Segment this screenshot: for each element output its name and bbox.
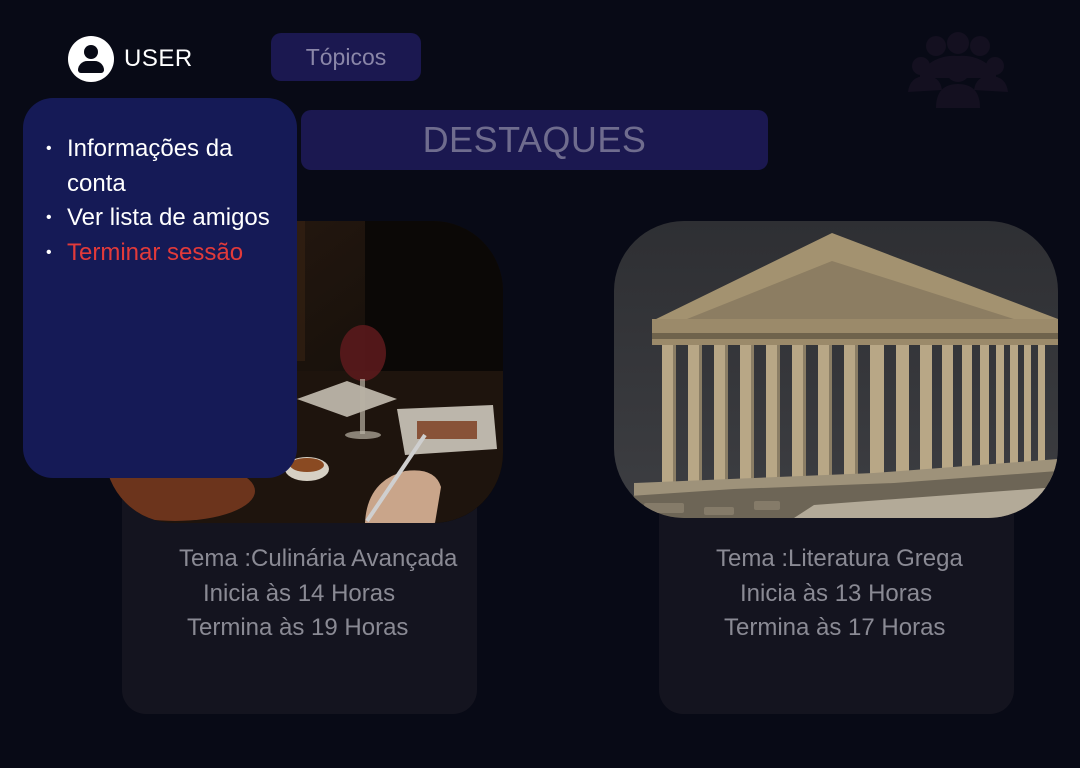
event-card-details: Tema :Culinária Avançada Inicia às 14 Ho… [122,542,477,646]
user-menu-toggle[interactable]: USER [68,36,193,82]
event-start-time: Inicia às 14 Horas [203,579,396,607]
event-start-time: Inicia às 13 Horas [740,579,933,607]
group-icon[interactable] [906,32,1010,108]
event-topic: Tema :Literatura Grega [716,545,963,572]
user-label: USER [124,45,193,72]
event-topic: Tema :Culinária Avançada [179,545,458,572]
event-card-details: Tema :Literatura Grega Inicia às 13 Hora… [659,542,1014,646]
event-end-time: Termina às 19 Horas [187,614,409,641]
user-menu-list: Informações da conta Ver lista de amigos… [23,98,297,270]
user-dropdown-menu: Informações da conta Ver lista de amigos… [23,98,297,478]
event-end-time: Termina às 17 Horas [724,614,946,641]
menu-item-logout[interactable]: Terminar sessão [46,236,297,271]
parthenon-photo[interactable] [614,221,1058,518]
topics-button[interactable]: Tópicos [271,33,421,81]
menu-item-friends-list[interactable]: Ver lista de amigos [46,201,297,236]
menu-item-account-info[interactable]: Informações da conta [46,132,297,201]
highlights-title: DESTAQUES [301,110,768,170]
user-avatar-icon [68,36,114,82]
